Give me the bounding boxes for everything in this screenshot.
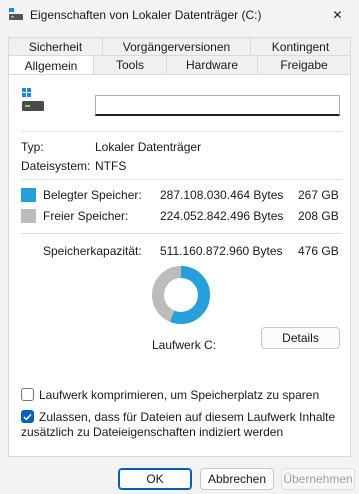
filesystem-label: Dateisystem: bbox=[21, 159, 91, 173]
tab-tools[interactable]: Tools bbox=[94, 55, 167, 74]
divider bbox=[21, 131, 342, 132]
free-bytes: 224.052.842.496 Bytes bbox=[160, 209, 284, 223]
window-title: Eigenschaften von Lokaler Datenträger (C… bbox=[30, 8, 262, 22]
ok-button[interactable]: OK bbox=[118, 468, 192, 490]
capacity-bytes: 511.160.872.960 Bytes bbox=[160, 244, 283, 258]
free-size: 208 GB bbox=[298, 209, 339, 223]
used-bytes: 287.108.030.464 Bytes bbox=[160, 188, 284, 202]
tab-freigabe[interactable]: Freigabe bbox=[258, 55, 351, 74]
free-color-swatch bbox=[21, 209, 36, 223]
used-color-swatch bbox=[21, 188, 36, 202]
usage-donut-chart bbox=[152, 266, 210, 324]
divider bbox=[21, 233, 342, 234]
tab-vorgaengerversionen[interactable]: Vorgängerversionen bbox=[103, 37, 251, 56]
used-size: 267 GB bbox=[298, 188, 339, 202]
drive-icon bbox=[9, 8, 23, 20]
tab-kontingent[interactable]: Kontingent bbox=[251, 37, 351, 56]
compress-checkbox[interactable] bbox=[21, 388, 34, 401]
free-label: Freier Speicher: bbox=[43, 209, 129, 223]
details-button[interactable]: Details bbox=[261, 327, 340, 349]
checkmark-icon bbox=[23, 413, 32, 420]
index-label-line2: zusätzlich zu Dateieigenschaften indizie… bbox=[21, 425, 284, 439]
tab-allgemein[interactable]: Allgemein bbox=[8, 55, 94, 75]
drive-label: Laufwerk C: bbox=[152, 338, 217, 352]
apply-button[interactable]: Übernehmen bbox=[281, 468, 355, 490]
index-checkbox[interactable] bbox=[21, 410, 34, 423]
used-label: Belegter Speicher: bbox=[43, 188, 142, 202]
compress-label: Laufwerk komprimieren, um Speicherplatz … bbox=[39, 388, 320, 402]
type-label: Typ: bbox=[21, 140, 44, 154]
tab-row-front: Allgemein Tools Hardware Freigabe bbox=[8, 55, 351, 75]
divider bbox=[21, 179, 342, 180]
index-label-line1: Zulassen, dass für Dateien auf diesem La… bbox=[39, 410, 336, 424]
filesystem-value: NTFS bbox=[95, 159, 127, 173]
close-icon: ✕ bbox=[332, 8, 343, 22]
capacity-label: Speicherkapazität: bbox=[43, 244, 142, 258]
drive-name-input[interactable] bbox=[95, 95, 340, 116]
capacity-size: 476 GB bbox=[298, 244, 339, 258]
tab-row-back: Sicherheit Vorgängerversionen Kontingent bbox=[8, 37, 351, 56]
close-button[interactable]: ✕ bbox=[316, 0, 359, 30]
title-bar: Eigenschaften von Lokaler Datenträger (C… bbox=[0, 0, 359, 30]
tab-sicherheit[interactable]: Sicherheit bbox=[8, 37, 103, 56]
tab-hardware[interactable]: Hardware bbox=[167, 55, 258, 74]
drive-large-icon bbox=[22, 88, 44, 111]
general-panel: Typ: Lokaler Datenträger Dateisystem: NT… bbox=[8, 74, 351, 457]
cancel-button[interactable]: Abbrechen bbox=[200, 468, 274, 490]
type-value: Lokaler Datenträger bbox=[95, 140, 202, 154]
